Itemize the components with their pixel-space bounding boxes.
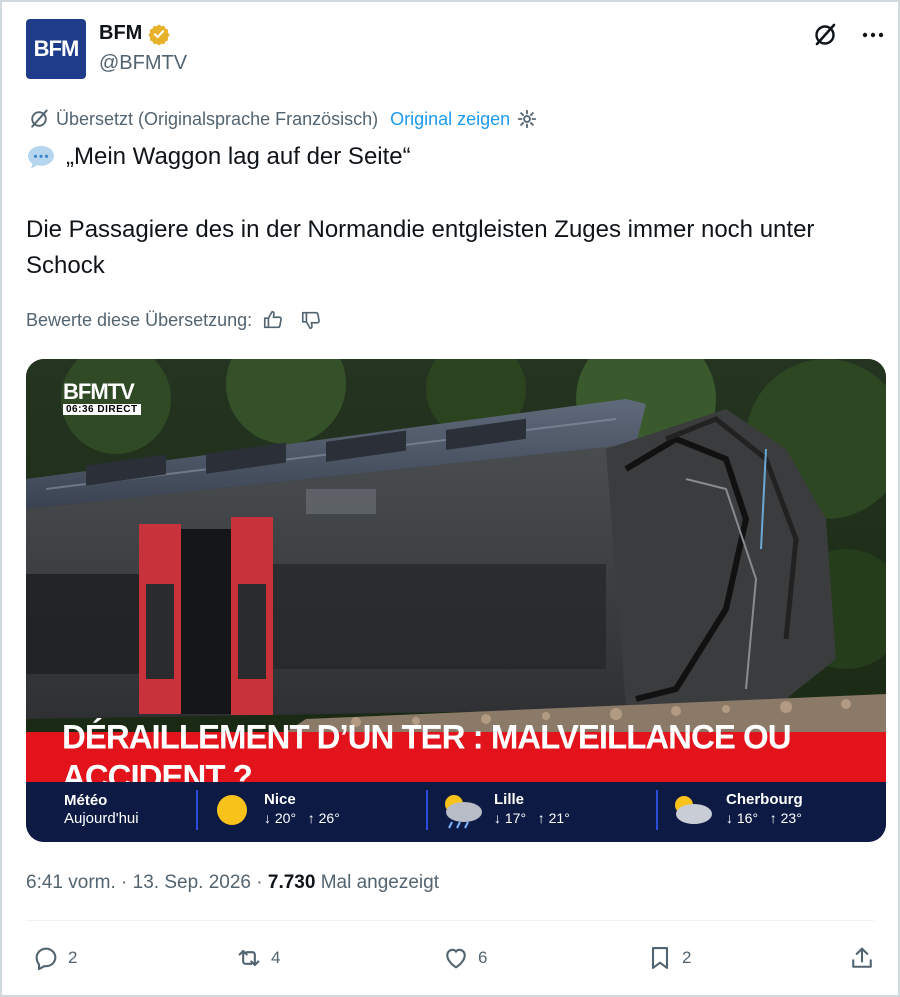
city-name: Cherbourg: [726, 791, 803, 808]
reply-count: 2: [68, 948, 78, 967]
derailed-train-photo: [26, 359, 886, 732]
bookmark-button[interactable]: 2: [646, 944, 691, 972]
tweet-time[interactable]: 6:41 vorm.: [26, 872, 116, 893]
channel-logo: BFMTV: [63, 379, 135, 404]
weather-separator: [656, 790, 658, 830]
tweet-date[interactable]: 13. Sep. 2026: [133, 872, 251, 893]
author-name[interactable]: BFM: [99, 22, 142, 45]
city-temps: ↓ 20° ↑ 26°: [264, 810, 340, 826]
tweet-text-line1: „Mein Waggon lag auf der Seite“: [26, 143, 411, 171]
repost-icon: [238, 949, 260, 967]
like-count: 6: [478, 948, 488, 967]
author-name-row[interactable]: BFM: [99, 22, 170, 45]
weather-separator: [426, 790, 428, 830]
city-name: Lille: [494, 791, 525, 808]
weather-separator: [196, 790, 198, 830]
rating-label: Bewerte diese Übersetzung:: [26, 309, 253, 330]
sun-icon: [217, 795, 247, 825]
tweet-meta: 6:41 vorm. · 13. Sep. 2026 · 7.730 Mal a…: [26, 872, 439, 893]
tweet-text-body: Die Passagiere des in der Normandie entg…: [26, 216, 815, 279]
settings-gear-icon[interactable]: [516, 108, 538, 130]
city-name: Nice: [264, 791, 296, 808]
avatar-text: BFM: [33, 36, 80, 61]
speech-bubble-icon: [28, 146, 54, 169]
divider: [26, 920, 874, 921]
tweet-media-image[interactable]: BFMTV 06:36 DIRECT DÉRAILLEMENT D’UN TER…: [26, 359, 886, 842]
thumbs-up-icon[interactable]: [262, 309, 284, 331]
view-count: 7.730: [267, 872, 316, 893]
weather-bar: Météo Aujourd'hui Nice ↓ 20° ↑ 26° Lille…: [26, 782, 886, 842]
news-headline-banner: DÉRAILLEMENT D’UN TER : MALVEILLANCE OU …: [26, 717, 886, 796]
channel-time: 06:36 DIRECT: [63, 404, 141, 415]
more-options-icon[interactable]: [860, 22, 886, 48]
thumbs-down-icon[interactable]: [300, 309, 322, 331]
translation-rating: Bewerte diese Übersetzung:: [26, 309, 322, 331]
weather-title-block: Météo Aujourd'hui: [64, 792, 139, 828]
share-button[interactable]: [848, 944, 876, 972]
weather-city-lille: Lille ↓ 17° ↑ 21°: [494, 791, 570, 827]
tweet-actions: 2 4 6 2: [32, 944, 882, 978]
translation-label: Übersetzt (Originalsprache Französisch): [56, 108, 379, 129]
avatar[interactable]: BFM: [26, 19, 86, 79]
show-original-link[interactable]: Original zeigen: [390, 109, 510, 130]
repost-button[interactable]: 4: [235, 944, 280, 972]
verified-badge-icon: [148, 23, 170, 45]
weather-city-nice: Nice ↓ 20° ↑ 26°: [264, 791, 340, 827]
grok-icon[interactable]: [812, 22, 838, 48]
top-actions: [812, 22, 886, 48]
like-button[interactable]: 6: [442, 944, 487, 972]
grok-icon: [31, 109, 48, 128]
weather-city-cherbourg: Cherbourg ↓ 16° ↑ 23°: [726, 791, 803, 827]
share-icon: [852, 947, 872, 968]
repost-count: 4: [271, 948, 281, 967]
partly-cloudy-icon: [675, 796, 712, 824]
weather-title: Météo: [64, 792, 108, 809]
rain-cloud-icon: [445, 795, 482, 829]
weather-subtitle: Aujourd'hui: [64, 810, 139, 827]
translation-info: Übersetzt (Originalsprache Französisch) …: [28, 108, 538, 130]
city-temps: ↓ 17° ↑ 21°: [494, 810, 570, 826]
heart-icon: [446, 948, 466, 969]
views-label: Mal angezeigt: [320, 872, 439, 893]
reply-icon: [35, 947, 57, 971]
tweet-quote: „Mein Waggon lag auf der Seite“: [66, 143, 411, 170]
bookmark-count: 2: [682, 948, 692, 967]
bookmark-icon: [651, 947, 669, 969]
reply-button[interactable]: 2: [32, 944, 77, 972]
city-temps: ↓ 16° ↑ 23°: [726, 810, 802, 826]
author-handle[interactable]: @BFMTV: [99, 52, 187, 75]
